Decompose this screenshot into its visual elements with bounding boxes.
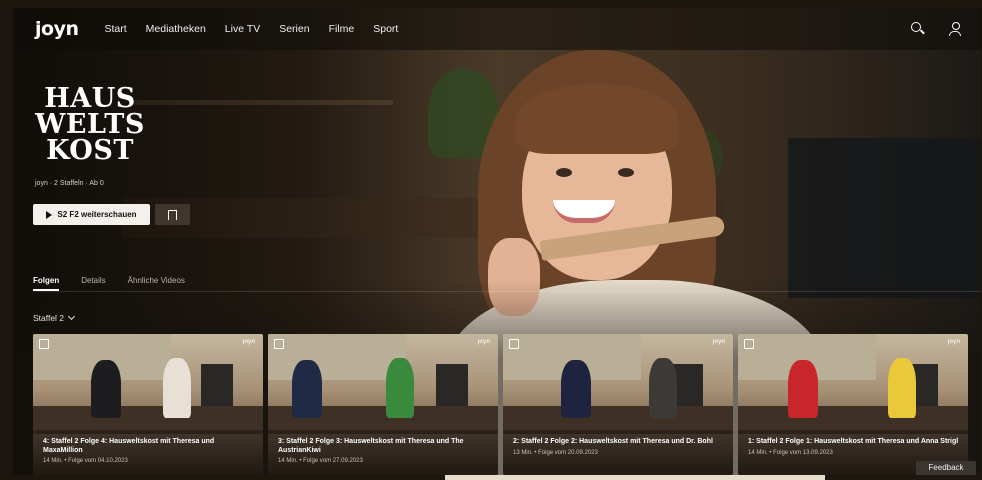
thumbnail-person xyxy=(788,360,818,418)
episode-thumbnail xyxy=(738,334,968,434)
main-nav: Start Mediatheken Live TV Serien Filme S… xyxy=(104,23,398,35)
episode-thumbnail xyxy=(268,334,498,434)
episode-title: 1: Staffel 2 Folge 1: Hausweltskost mit … xyxy=(748,438,959,445)
thumbnail-person xyxy=(91,360,121,418)
tab-details[interactable]: Details xyxy=(81,276,105,291)
chevron-down-icon xyxy=(68,312,76,321)
episode-thumbnail xyxy=(503,334,733,434)
joyn-logo[interactable]: joyn xyxy=(35,18,79,40)
tab-aehnliche-videos[interactable]: Ähnliche Videos xyxy=(128,276,185,291)
episode-badge-icon xyxy=(509,339,519,349)
thumbnail-brand: joyn xyxy=(242,339,255,345)
episode-info: 2: Staffel 2 Folge 2: Hausweltskost mit … xyxy=(503,430,733,475)
season-label: Staffel 2 xyxy=(33,313,65,323)
episode-list: joyn 4: Staffel 2 Folge 4: Hausweltskost… xyxy=(33,334,968,475)
thumbnail-person xyxy=(386,358,414,418)
episode-meta: 14 Min. • Folge vom 04.10.2023 xyxy=(43,458,128,464)
tab-folgen[interactable]: Folgen xyxy=(33,276,60,291)
thumbnail-person xyxy=(292,360,322,418)
thumbnail-brand: joyn xyxy=(712,339,725,345)
host-eye xyxy=(618,168,634,177)
episode-meta: 14 Min. • Folge vom 13.09.2023 xyxy=(748,449,833,456)
backdrop-window xyxy=(788,138,981,298)
user-icon[interactable] xyxy=(947,20,963,36)
show-logo-line: KOST xyxy=(46,135,134,166)
host-eye xyxy=(556,168,572,177)
thumbnail-brand: joyn xyxy=(477,339,490,345)
season-dropdown[interactable]: Staffel 2 xyxy=(33,312,76,323)
thumbnail-person xyxy=(163,358,191,418)
episode-meta: 14 Min. • Folge vom 27.09.2023 xyxy=(278,458,363,464)
thumbnail-person xyxy=(888,358,916,418)
nav-item-sport[interactable]: Sport xyxy=(373,23,398,35)
watchlist-button[interactable] xyxy=(155,204,190,225)
top-navigation: joyn Start Mediatheken Live TV Serien Fi… xyxy=(13,8,981,50)
episode-title: 2: Staffel 2 Folge 2: Hausweltskost mit … xyxy=(513,438,713,445)
bookmark-icon xyxy=(168,209,177,220)
continue-watching-button[interactable]: S2 F2 weiterschauen xyxy=(33,204,150,225)
show-logo: HAUS WELTS KOST xyxy=(35,85,145,166)
episode-info: 3: Staffel 2 Folge 3: Hausweltskost mit … xyxy=(268,430,498,475)
content-tabs: Folgen Details Ähnliche Videos xyxy=(33,276,185,291)
topbar-actions xyxy=(909,20,963,36)
play-icon xyxy=(46,210,53,219)
search-icon[interactable] xyxy=(909,20,925,36)
nav-item-live-tv[interactable]: Live TV xyxy=(225,23,260,35)
thumbnail-person xyxy=(649,358,677,418)
nav-item-mediatheken[interactable]: Mediatheken xyxy=(146,23,206,35)
episode-card[interactable]: joyn 3: Staffel 2 Folge 3: Hausweltskost… xyxy=(268,334,498,475)
show-meta: joyn · 2 Staffeln · Ab 0 xyxy=(35,180,104,187)
episode-meta: 13 Min. • Folge vom 20.09.2023 xyxy=(513,449,598,456)
episode-card[interactable]: joyn 4: Staffel 2 Folge 4: Hausweltskost… xyxy=(33,334,263,475)
thumbnail-brand: joyn xyxy=(947,339,960,345)
feedback-button[interactable]: Feedback xyxy=(916,461,976,475)
episode-badge-icon xyxy=(39,339,49,349)
episode-title: 4: Staffel 2 Folge 4: Hausweltskost mit … xyxy=(43,438,215,454)
joyn-logo-text: joyn xyxy=(35,18,79,40)
episode-thumbnail xyxy=(33,334,263,434)
nav-item-start[interactable]: Start xyxy=(104,23,126,35)
episode-info: 4: Staffel 2 Folge 4: Hausweltskost mit … xyxy=(33,430,263,475)
tab-divider xyxy=(33,291,981,292)
continue-watching-label: S2 F2 weiterschauen xyxy=(57,210,137,219)
episode-badge-icon xyxy=(744,339,754,349)
episode-card[interactable]: joyn 1: Staffel 2 Folge 1: Hausweltskost… xyxy=(738,334,968,475)
episode-title: 3: Staffel 2 Folge 3: Hausweltskost mit … xyxy=(278,438,464,454)
episode-card[interactable]: joyn 2: Staffel 2 Folge 2: Hausweltskost… xyxy=(503,334,733,475)
thumbnail-person xyxy=(561,360,591,418)
nav-item-serien[interactable]: Serien xyxy=(279,23,309,35)
host-fringe xyxy=(516,84,678,154)
nav-item-filme[interactable]: Filme xyxy=(329,23,355,35)
episode-badge-icon xyxy=(274,339,284,349)
